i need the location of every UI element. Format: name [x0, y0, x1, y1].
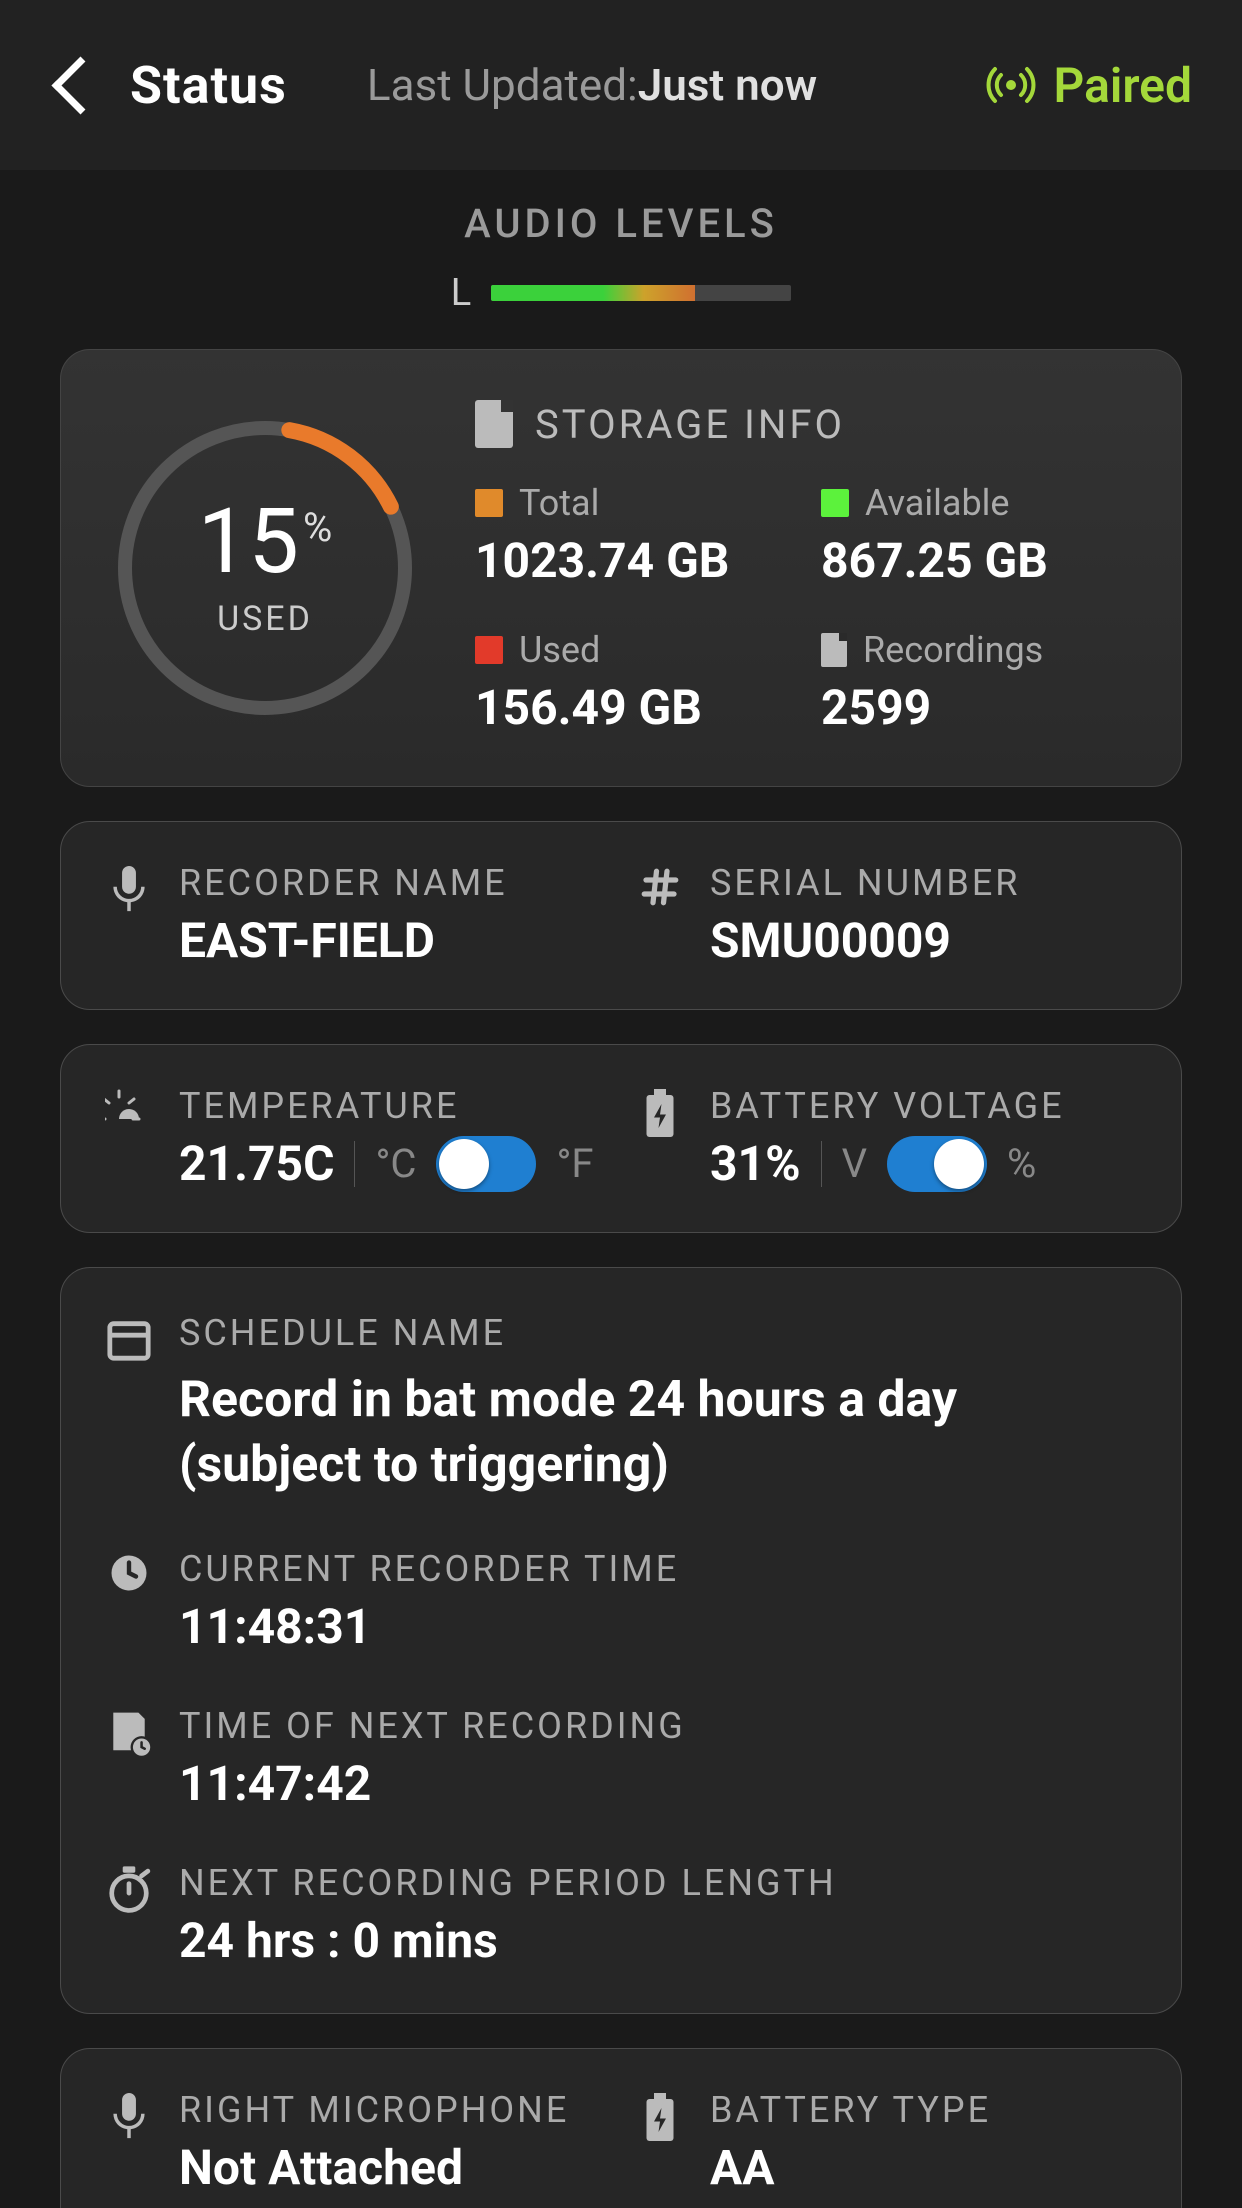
storage-info-header: STORAGE INFO: [475, 400, 1137, 448]
calendar-icon: [105, 1312, 153, 1498]
level-meter-fill: [491, 285, 695, 301]
right-microphone: RIGHT MICROPHONE Not Attached: [105, 2089, 606, 2196]
unit-volts: V: [842, 1140, 867, 1187]
broadcast-icon: [986, 60, 1036, 110]
schedule-icon: [105, 1705, 153, 1812]
battery-type: BATTERY TYPE AA: [636, 2089, 1137, 2196]
serial-number: SERIAL NUMBER SMU00009: [636, 862, 1137, 969]
recordings-icon: [821, 633, 847, 667]
temperature-value: 21.75C: [179, 1135, 334, 1192]
clock-icon: [105, 1548, 153, 1655]
battery-voltage: BATTERY VOLTAGE 31% V %: [636, 1085, 1137, 1192]
back-button[interactable]: [50, 55, 90, 115]
storage-available: Available 867.25 GB: [821, 482, 1137, 589]
level-meter: [491, 285, 791, 301]
storage-used-label: USED: [217, 599, 313, 639]
unit-celsius: °C: [375, 1140, 416, 1187]
swatch-used-icon: [475, 636, 503, 664]
audio-levels-section: AUDIO LEVELS L: [60, 190, 1182, 315]
microphone-card: RIGHT MICROPHONE Not Attached BATTERY TY…: [60, 2048, 1182, 2208]
schedule-name: SCHEDULE NAME Record in bat mode 24 hour…: [105, 1312, 1137, 1498]
content: AUDIO LEVELS L 15% USED STORAG: [0, 170, 1242, 2208]
paired-indicator: Paired: [986, 57, 1192, 114]
next-recording-time: TIME OF NEXT RECORDING 11:47:42: [105, 1705, 1137, 1812]
sun-icon: [105, 1085, 153, 1129]
unit-fahrenheit: °F: [556, 1140, 593, 1187]
storage-used: Used 156.49 GB: [475, 629, 791, 736]
storage-recordings: Recordings 2599: [821, 629, 1137, 736]
storage-card: 15% USED STORAGE INFO Total 1023.74 GB A…: [60, 349, 1182, 787]
last-updated-label: Last Updated:: [367, 59, 638, 111]
storage-ring: 15% USED: [105, 408, 425, 728]
recorder-identity-card: RECORDER NAME EAST-FIELD SERIAL NUMBER S…: [60, 821, 1182, 1010]
audio-level-meter: L: [60, 271, 1182, 315]
paired-label: Paired: [1054, 57, 1192, 114]
battery-value: 31%: [710, 1135, 801, 1192]
temperature-unit-toggle[interactable]: [436, 1136, 536, 1192]
recorder-name: RECORDER NAME EAST-FIELD: [105, 862, 606, 969]
storage-used-percent: 15%: [198, 497, 332, 587]
hash-icon: [636, 862, 684, 908]
audio-levels-label: AUDIO LEVELS: [60, 200, 1182, 247]
storage-total: Total 1023.74 GB: [475, 482, 791, 589]
battery-icon: [636, 1085, 684, 1137]
mic-icon: [105, 862, 153, 918]
stopwatch-icon: [105, 1862, 153, 1969]
next-recording-period: NEXT RECORDING PERIOD LENGTH 24 hrs : 0 …: [105, 1862, 1137, 1969]
channel-label: L: [451, 271, 471, 315]
schedule-description: Record in bat mode 24 hours a day (subje…: [179, 1368, 1137, 1498]
environment-card: TEMPERATURE 21.75C °C °F BATTERY VOLTAGE…: [60, 1044, 1182, 1233]
unit-percent: %: [1007, 1140, 1036, 1187]
sd-card-icon: [475, 400, 513, 448]
swatch-total-icon: [475, 489, 503, 517]
last-updated-value: Just now: [638, 59, 817, 111]
battery-icon: [636, 2089, 684, 2141]
last-updated: Last Updated:Just now: [367, 59, 817, 111]
temperature: TEMPERATURE 21.75C °C °F: [105, 1085, 606, 1192]
swatch-available-icon: [821, 489, 849, 517]
schedule-card: SCHEDULE NAME Record in bat mode 24 hour…: [60, 1267, 1182, 2014]
app-header: Status Last Updated:Just now Paired: [0, 0, 1242, 170]
page-title: Status: [130, 55, 287, 116]
mic-icon: [105, 2089, 153, 2145]
battery-unit-toggle[interactable]: [887, 1136, 987, 1192]
current-recorder-time: CURRENT RECORDER TIME 11:48:31: [105, 1548, 1137, 1655]
